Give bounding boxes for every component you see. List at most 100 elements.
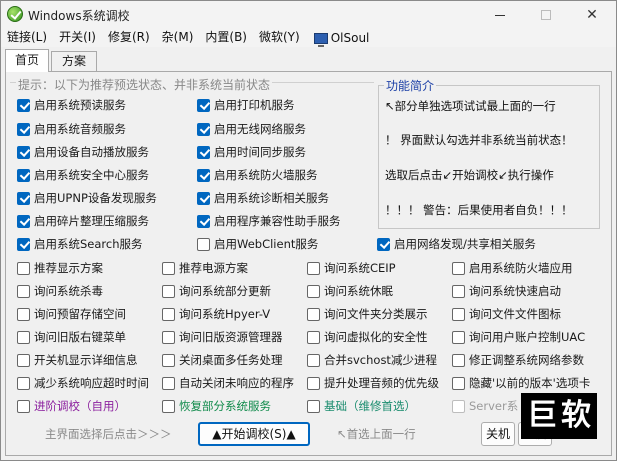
option-folder-grouping[interactable]: 询问文件夹分类展示: [307, 306, 428, 322]
option-hyper-v[interactable]: 询问系统Hpyer-V: [162, 306, 270, 322]
maximize-button[interactable]: [523, 1, 569, 29]
option-timeout[interactable]: 减少系统响应超时时间: [17, 375, 149, 391]
checkbox-checked[interactable]: [197, 168, 210, 182]
checkbox-checked[interactable]: [17, 237, 30, 251]
checkbox-unchecked[interactable]: [452, 330, 465, 344]
checkbox-unchecked[interactable]: [17, 284, 30, 298]
option-network-params[interactable]: 修正调整系统网络参数: [452, 352, 584, 368]
checkbox-unchecked[interactable]: [307, 284, 320, 298]
menu-olsoul[interactable]: OlSoul: [306, 29, 376, 47]
option-disable-multitask[interactable]: 关闭桌面多任务处理: [162, 352, 283, 368]
checkbox-unchecked[interactable]: [162, 376, 175, 390]
option-reserved-storage[interactable]: 询问预留存储空间: [17, 306, 126, 322]
checkbox-unchecked[interactable]: [452, 353, 465, 367]
option-antivirus[interactable]: 询问系统杀毒: [17, 283, 103, 299]
checkbox-checked[interactable]: [17, 168, 30, 182]
option-advanced-tuning[interactable]: 进阶调校（自用）: [17, 398, 126, 414]
checkbox-unchecked[interactable]: [307, 261, 320, 275]
option-security-center-service[interactable]: 启用系统安全中心服务: [17, 167, 149, 183]
checkbox-unchecked[interactable]: [197, 237, 210, 251]
option-compat-assistant-service[interactable]: 启用程序兼容性助手服务: [197, 213, 341, 229]
tab-plan[interactable]: 方案: [51, 51, 97, 71]
checkbox-unchecked[interactable]: [307, 399, 320, 413]
checkbox-checked[interactable]: [17, 145, 30, 159]
close-button[interactable]: ✕: [569, 1, 615, 29]
checkbox-unchecked[interactable]: [162, 353, 175, 367]
option-file-icons[interactable]: 询问文件文件图标: [452, 306, 561, 322]
checkbox-checked[interactable]: [377, 237, 390, 251]
option-wireless-service[interactable]: 启用无线网络服务: [197, 121, 306, 137]
option-hibernate[interactable]: 询问系统休眠: [307, 283, 393, 299]
checkbox-checked[interactable]: [197, 214, 210, 228]
option-audio-service[interactable]: 启用系统音频服务: [17, 121, 126, 137]
option-audio-priority[interactable]: 提升处理音频的优先级: [307, 375, 439, 391]
option-firewall-app[interactable]: 启用系统防火墙应用: [452, 260, 573, 276]
option-search-service[interactable]: 启用系统Search服务: [17, 236, 143, 252]
checkbox-unchecked[interactable]: [452, 399, 465, 413]
option-printer-service[interactable]: 启用打印机服务: [197, 97, 295, 113]
checkbox-unchecked[interactable]: [452, 261, 465, 275]
checkbox-unchecked[interactable]: [17, 376, 30, 390]
checkbox-unchecked[interactable]: [17, 330, 30, 344]
option-autoplay-service[interactable]: 启用设备自动播放服务: [17, 144, 149, 160]
checkbox-checked[interactable]: [17, 214, 30, 228]
option-legacy-explorer[interactable]: 询问旧版资源管理器: [162, 329, 283, 345]
start-tuning-button[interactable]: ▲开始调校(S)▲: [198, 422, 310, 446]
option-partial-update[interactable]: 询问系统部分更新: [162, 283, 271, 299]
option-power-plan[interactable]: 推荐电源方案: [162, 260, 248, 276]
menu-switches[interactable]: 开关(I): [53, 29, 102, 47]
checkbox-unchecked[interactable]: [307, 376, 320, 390]
menu-repair[interactable]: 修复(R): [102, 29, 156, 47]
option-basic-repair[interactable]: 基础（维修首选）: [307, 398, 416, 414]
checkbox-unchecked[interactable]: [162, 284, 175, 298]
option-server[interactable]: Server系: [452, 398, 518, 414]
checkbox-unchecked[interactable]: [452, 376, 465, 390]
checkbox-checked[interactable]: [17, 98, 30, 112]
option-vbs[interactable]: 询问虚拟化的安全性: [307, 329, 428, 345]
option-fast-startup[interactable]: 询问系统快速启动: [452, 283, 561, 299]
option-verbose-status[interactable]: 开关机显示详细信息: [17, 352, 138, 368]
checkbox-unchecked[interactable]: [162, 307, 175, 321]
checkbox-unchecked[interactable]: [307, 307, 320, 321]
checkbox-unchecked[interactable]: [307, 330, 320, 344]
checkbox-unchecked[interactable]: [17, 399, 30, 413]
menu-microsoft[interactable]: 微软(Y): [253, 29, 306, 47]
option-prefetch-service[interactable]: 启用系统预读服务: [17, 97, 126, 113]
checkbox-checked[interactable]: [197, 122, 210, 136]
checkbox-checked[interactable]: [197, 98, 210, 112]
checkbox-unchecked[interactable]: [162, 330, 175, 344]
option-hide-previous-versions[interactable]: 隐藏'以前的版本'选项卡: [452, 375, 590, 391]
checkbox-unchecked[interactable]: [17, 261, 30, 275]
checkbox-checked[interactable]: [197, 145, 210, 159]
checkbox-unchecked[interactable]: [17, 307, 30, 321]
option-defrag-service[interactable]: 启用碎片整理压缩服务: [17, 213, 149, 229]
option-auto-end-tasks[interactable]: 自动关闭未响应的程序: [162, 375, 294, 391]
option-upnp-service[interactable]: 启用UPNP设备发现服务: [17, 190, 157, 206]
checkbox-unchecked[interactable]: [452, 284, 465, 298]
option-uac[interactable]: 询问用户账户控制UAC: [452, 329, 585, 345]
option-restore-services[interactable]: 恢复部分系统服务: [162, 398, 271, 414]
option-ceip[interactable]: 询问系统CEIP: [307, 260, 396, 276]
option-firewall-service[interactable]: 启用系统防火墙服务: [197, 167, 318, 183]
checkbox-unchecked[interactable]: [17, 353, 30, 367]
minimize-button[interactable]: [477, 1, 523, 29]
shutdown-button[interactable]: 关机: [481, 422, 515, 446]
checkbox-unchecked[interactable]: [162, 399, 175, 413]
checkbox-unchecked[interactable]: [452, 307, 465, 321]
option-webclient-service[interactable]: 启用WebClient服务: [197, 236, 318, 252]
option-diagnostic-service[interactable]: 启用系统诊断相关服务: [197, 190, 329, 206]
checkbox-unchecked[interactable]: [307, 353, 320, 367]
menu-links[interactable]: 链接(L): [1, 29, 53, 47]
option-display-plan[interactable]: 推荐显示方案: [17, 260, 103, 276]
option-network-discovery-service[interactable]: 启用网络发现/共享相关服务: [377, 236, 536, 252]
tab-home[interactable]: 首页: [5, 49, 49, 72]
menu-builtin[interactable]: 内置(B): [199, 29, 253, 47]
checkbox-checked[interactable]: [17, 191, 30, 205]
checkbox-unchecked[interactable]: [162, 261, 175, 275]
checkbox-checked[interactable]: [17, 122, 30, 136]
menu-misc[interactable]: 杂(M): [156, 29, 200, 47]
option-legacy-context-menu[interactable]: 询问旧版右键菜单: [17, 329, 126, 345]
checkbox-checked[interactable]: [197, 191, 210, 205]
option-timesync-service[interactable]: 启用时间同步服务: [197, 144, 306, 160]
option-merge-svchost[interactable]: 合并svchost减少进程: [307, 352, 437, 368]
